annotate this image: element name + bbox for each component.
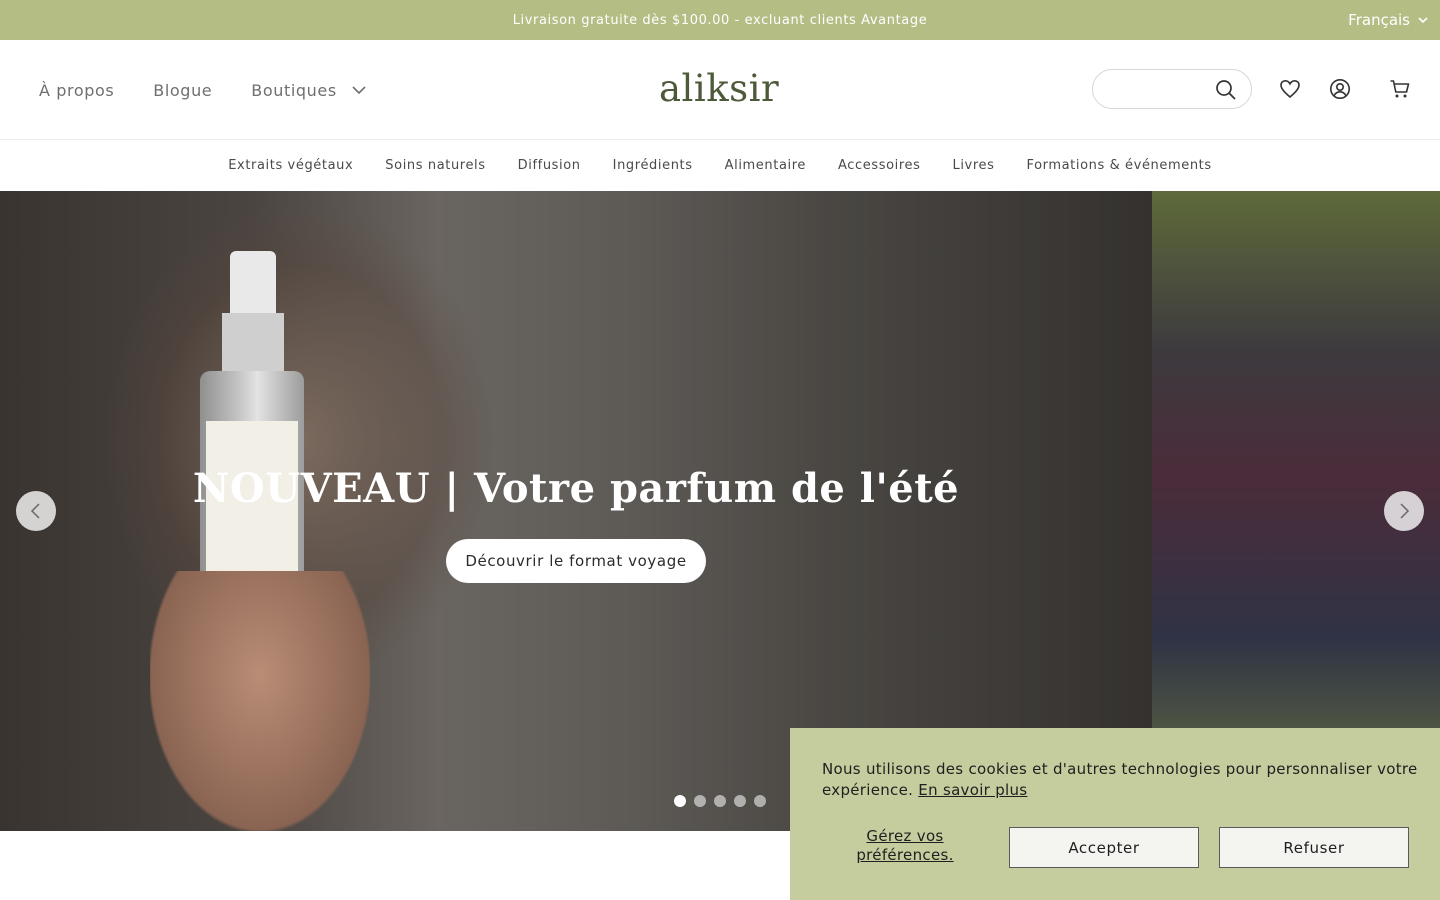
- carousel-dot[interactable]: [734, 795, 746, 807]
- carousel-next-button[interactable]: [1384, 491, 1424, 531]
- cookie-banner: Nous utilisons des cookies et d'autres t…: [790, 728, 1440, 900]
- site-logo[interactable]: aliksir: [659, 66, 779, 112]
- hand-image: [150, 571, 370, 831]
- nav-link-blog[interactable]: Blogue: [153, 81, 212, 100]
- user-icon[interactable]: [1329, 78, 1351, 100]
- category-diffusion[interactable]: Diffusion: [518, 158, 581, 173]
- category-food[interactable]: Alimentaire: [725, 158, 806, 173]
- cookie-accept-button[interactable]: Accepter: [1009, 827, 1199, 868]
- carousel-dot[interactable]: [714, 795, 726, 807]
- search-input[interactable]: [1107, 78, 1207, 100]
- language-selector[interactable]: Français: [1348, 0, 1428, 40]
- language-label: Français: [1348, 11, 1410, 29]
- announcement-bar: Livraison gratuite dès $100.00 - excluan…: [0, 0, 1440, 40]
- primary-nav: À propos Blogue Boutiques: [39, 40, 367, 140]
- cart-icon[interactable]: [1389, 78, 1411, 100]
- nav-link-stores-label: Boutiques: [251, 80, 337, 100]
- cookie-refuse-button[interactable]: Refuser: [1219, 827, 1409, 868]
- cookie-learn-more-link[interactable]: En savoir plus: [918, 781, 1027, 799]
- category-books[interactable]: Livres: [952, 158, 994, 173]
- heart-icon[interactable]: [1279, 78, 1301, 100]
- carousel-dot[interactable]: [694, 795, 706, 807]
- category-plant-extracts[interactable]: Extraits végétaux: [228, 158, 353, 173]
- carousel-pagination: [674, 795, 766, 807]
- cookie-message: Nous utilisons des cookies et d'autres t…: [822, 759, 1422, 801]
- category-nav: Extraits végétaux Soins naturels Diffusi…: [0, 140, 1440, 191]
- search-box: [1092, 69, 1252, 109]
- chevron-left-icon: [30, 503, 40, 519]
- chevron-down-icon: [1418, 17, 1428, 24]
- search-icon[interactable]: [1215, 79, 1237, 101]
- hero-title: NOUVEAU | Votre parfum de l'été: [192, 465, 960, 512]
- cookie-preferences-link[interactable]: Gérez vos préférences.: [840, 827, 970, 865]
- category-natural-care[interactable]: Soins naturels: [385, 158, 485, 173]
- chevron-down-icon: [352, 86, 366, 95]
- category-accessories[interactable]: Accessoires: [838, 158, 921, 173]
- nav-link-stores[interactable]: Boutiques: [251, 81, 367, 100]
- chevron-right-icon: [1400, 503, 1410, 519]
- carousel-prev-button[interactable]: [16, 491, 56, 531]
- announcement-text: Livraison gratuite dès $100.00 - excluan…: [512, 12, 928, 28]
- category-ingredients[interactable]: Ingrédients: [613, 158, 693, 173]
- carousel-dot[interactable]: [674, 795, 686, 807]
- nav-link-about[interactable]: À propos: [39, 81, 114, 100]
- hero-cta-button[interactable]: Découvrir le format voyage: [446, 539, 706, 583]
- carousel-dot[interactable]: [754, 795, 766, 807]
- cookie-message-text: Nous utilisons des cookies et d'autres t…: [822, 760, 1418, 799]
- category-trainings-events[interactable]: Formations & événements: [1026, 158, 1211, 173]
- site-header: À propos Blogue Boutiques aliksir: [0, 40, 1440, 140]
